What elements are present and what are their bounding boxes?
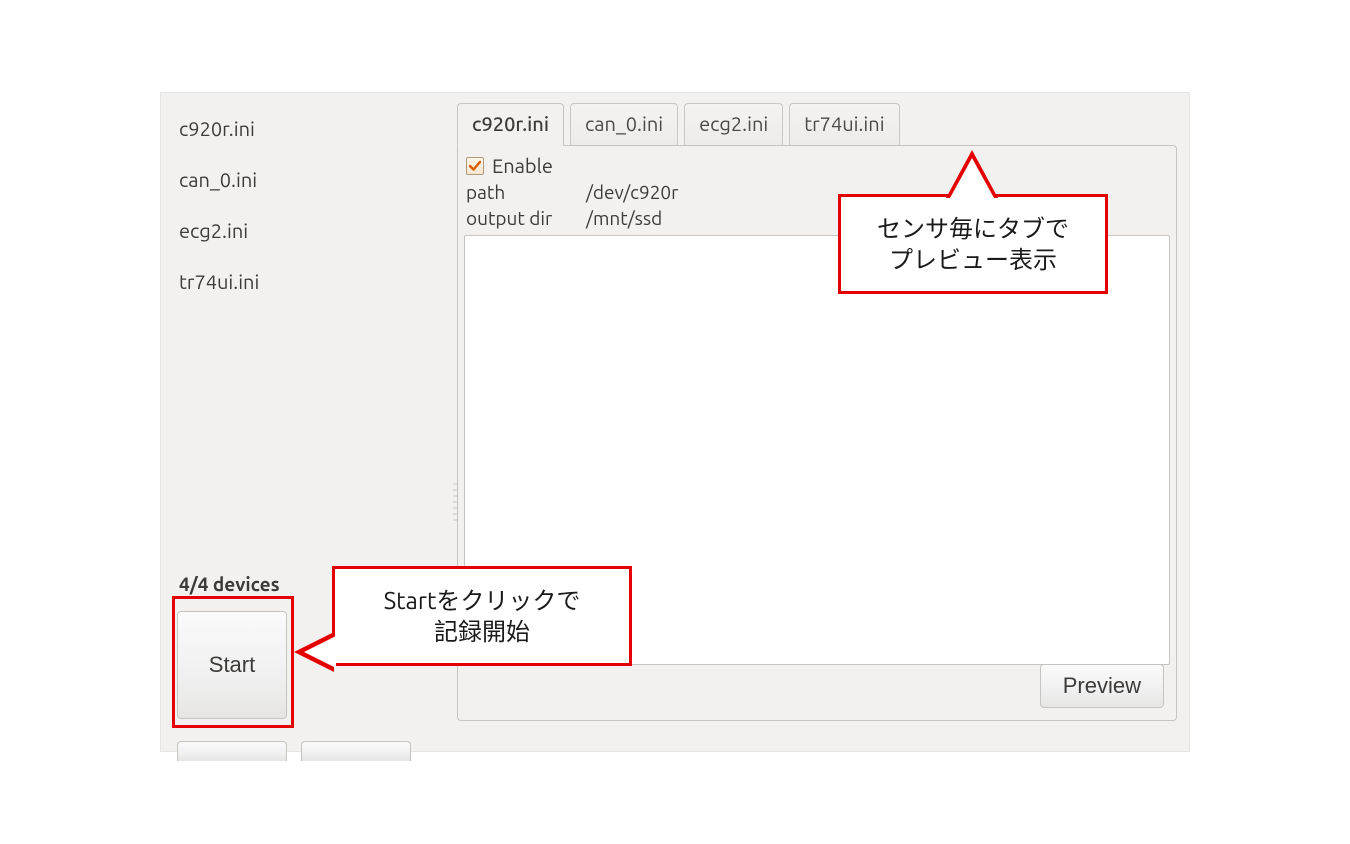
kv-value: /mnt/ssd (586, 207, 662, 229)
start-button[interactable]: Start (177, 611, 287, 719)
sidebar-item-can0[interactable]: can_0.ini (179, 158, 433, 209)
kv-value: /dev/c920r (586, 181, 678, 203)
enable-label: Enable (492, 154, 553, 177)
sidebar-item-ecg2[interactable]: ecg2.ini (179, 209, 433, 260)
preview-button[interactable]: Preview (1040, 664, 1164, 708)
callout-text: 記録開始 (434, 616, 530, 647)
sidebar-item-tr74ui[interactable]: tr74ui.ini (179, 260, 433, 311)
extra-button-1[interactable] (177, 741, 287, 761)
callout-text: センサ毎にタブで (877, 213, 1069, 244)
callout-tabs-pointer (950, 158, 994, 198)
tab-ecg2[interactable]: ecg2.ini (684, 103, 783, 145)
callout-tabs: センサ毎にタブで プレビュー表示 (838, 194, 1108, 294)
callout-text: プレビュー表示 (889, 244, 1057, 275)
kv-key: output dir (466, 207, 586, 229)
check-icon (468, 159, 482, 173)
callout-text: Startをクリックで (384, 585, 581, 616)
devices-status: 4/4 devices (179, 573, 280, 595)
extra-button-2[interactable] (301, 741, 411, 761)
tab-c920r[interactable]: c920r.ini (457, 103, 564, 146)
enable-row: Enable (458, 146, 1176, 179)
kv-key: path (466, 181, 586, 203)
tab-can0[interactable]: can_0.ini (570, 103, 678, 145)
callout-start: Startをクリックで 記録開始 (332, 566, 632, 666)
tabbar: c920r.ini can_0.ini ecg2.ini tr74ui.ini (457, 101, 1177, 145)
extra-buttons-row (177, 741, 411, 761)
tab-tr74ui[interactable]: tr74ui.ini (789, 103, 899, 145)
callout-start-pointer (304, 636, 336, 668)
enable-checkbox[interactable] (466, 157, 484, 175)
sidebar-item-c920r[interactable]: c920r.ini (179, 107, 433, 158)
